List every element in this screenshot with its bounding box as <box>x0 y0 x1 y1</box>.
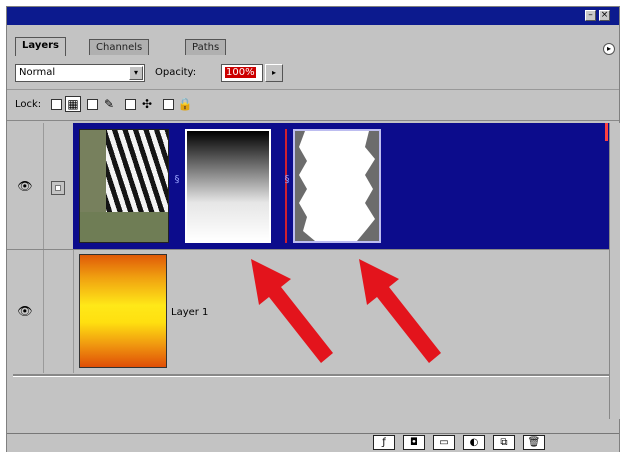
thumbnail-ground <box>80 212 168 242</box>
add-layer-style-icon[interactable]: ƒ <box>373 435 395 450</box>
opacity-value: 100% <box>225 67 256 78</box>
options-row: Normal ▾ Opacity: 100% ▸ <box>7 55 619 90</box>
layer-row[interactable]: 👁 § § <box>7 123 609 249</box>
add-mask-icon[interactable]: ◘ <box>403 435 425 450</box>
eye-icon[interactable]: 👁 <box>17 179 33 193</box>
eye-icon[interactable]: 👁 <box>17 304 33 318</box>
selection-tick <box>605 123 608 141</box>
lock-all-icon: 🔒 <box>177 97 193 111</box>
red-arrow-annotation <box>359 259 441 363</box>
tab-channels[interactable]: Channels <box>89 39 150 55</box>
layer-name: Layer 1 <box>171 307 209 318</box>
opacity-input[interactable]: 100% <box>221 64 263 82</box>
trash-icon[interactable]: 🗑 <box>523 435 545 450</box>
palette-bottom-toolbar: ƒ ◘ ▭ ◐ ⧉ 🗑 <box>7 433 619 452</box>
palette-titlebar[interactable]: – × <box>7 7 619 25</box>
lock-image-checkbox[interactable] <box>87 99 98 110</box>
tab-row: Layers Channels Paths ▸ <box>7 25 619 56</box>
lock-label: Lock: <box>15 99 42 110</box>
chain-link-icon[interactable]: § <box>173 175 181 195</box>
opacity-slider-button[interactable]: ▸ <box>265 64 283 82</box>
blend-mode-select[interactable]: Normal ▾ <box>15 64 145 82</box>
layer-thumbnail[interactable] <box>79 129 169 243</box>
gradient-mask-thumbnail[interactable] <box>185 129 271 243</box>
lock-image-icon: ✎ <box>103 97 115 111</box>
layer-thumbnail[interactable] <box>79 254 167 368</box>
lock-all-checkbox[interactable] <box>163 99 174 110</box>
new-layer-icon[interactable]: ⧉ <box>493 435 515 450</box>
chevron-down-icon[interactable]: ▾ <box>129 66 143 80</box>
lock-transparency-icon: ▦ <box>65 96 81 112</box>
vector-mask-thumbnail[interactable] <box>293 129 381 243</box>
new-adjustment-layer-icon[interactable]: ◐ <box>463 435 485 450</box>
new-set-icon[interactable]: ▭ <box>433 435 455 450</box>
opacity-label: Opacity: <box>155 67 197 78</box>
vector-mask-shape <box>299 131 375 241</box>
layers-palette: – × Layers Channels Paths ▸ Normal ▾ Opa… <box>6 6 620 452</box>
close-icon[interactable]: × <box>599 10 610 21</box>
chain-link-icon[interactable]: § <box>283 175 291 195</box>
minimize-icon[interactable]: – <box>585 10 596 21</box>
tab-layers[interactable]: Layers <box>15 37 66 56</box>
lock-row: Lock: ▦ ✎ ✣ 🔒 <box>7 90 619 121</box>
tab-paths[interactable]: Paths <box>185 39 227 55</box>
lock-transparency-checkbox[interactable] <box>51 99 62 110</box>
blend-mode-value: Normal <box>19 67 56 78</box>
panel-menu-arrow-icon[interactable]: ▸ <box>603 43 615 55</box>
red-arrow-annotation <box>251 259 333 363</box>
list-end-divider <box>13 374 609 377</box>
brush-icon[interactable] <box>51 181 65 195</box>
lock-position-icon: ✣ <box>141 97 153 111</box>
vertical-scrollbar[interactable] <box>609 123 620 419</box>
lock-position-checkbox[interactable] <box>125 99 136 110</box>
